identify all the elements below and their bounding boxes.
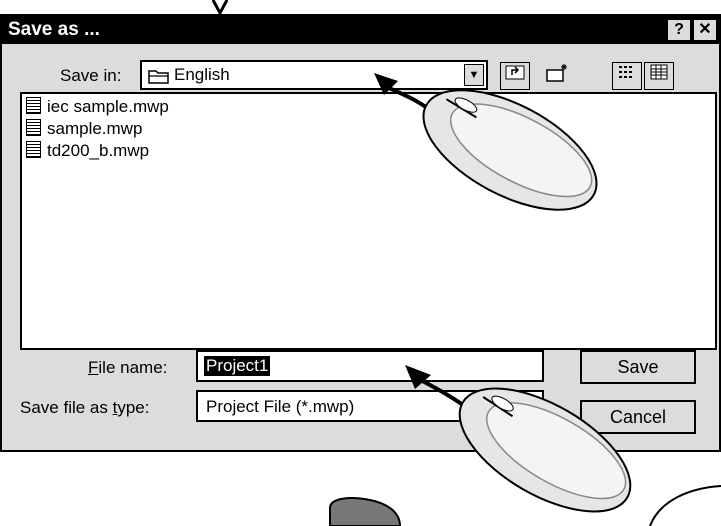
- folder-icon: [148, 70, 169, 84]
- save-type-value: Project File (*.mwp): [206, 397, 355, 416]
- partial-illustration: [329, 497, 402, 526]
- title-bar: Save as ... ? ✕: [2, 16, 719, 44]
- file-name-label: File name:: [88, 358, 168, 377]
- list-item[interactable]: iec sample.mwp: [26, 96, 169, 118]
- mouse-pointer-illustration: [405, 365, 632, 513]
- help-button[interactable]: ?: [667, 19, 691, 41]
- mouse-pointer-illustration: [374, 73, 598, 211]
- arrow-down-icon: [211, 0, 229, 16]
- window-title: Save as ...: [8, 19, 100, 40]
- save-in-label: Save in:: [60, 66, 122, 85]
- file-name-value: Project1: [204, 356, 271, 376]
- file-icon: [26, 119, 41, 136]
- partial-illustration: [649, 485, 721, 526]
- details-view-button[interactable]: [644, 62, 674, 90]
- file-icon: [26, 141, 41, 158]
- close-button[interactable]: ✕: [693, 19, 717, 41]
- save-in-value: English: [174, 65, 230, 84]
- save-type-label: Save file as type:: [20, 398, 150, 417]
- list-item[interactable]: td200_b.mwp: [26, 140, 149, 162]
- file-icon: [26, 97, 41, 114]
- details-view-icon: [650, 64, 668, 80]
- list-item[interactable]: sample.mwp: [26, 118, 142, 140]
